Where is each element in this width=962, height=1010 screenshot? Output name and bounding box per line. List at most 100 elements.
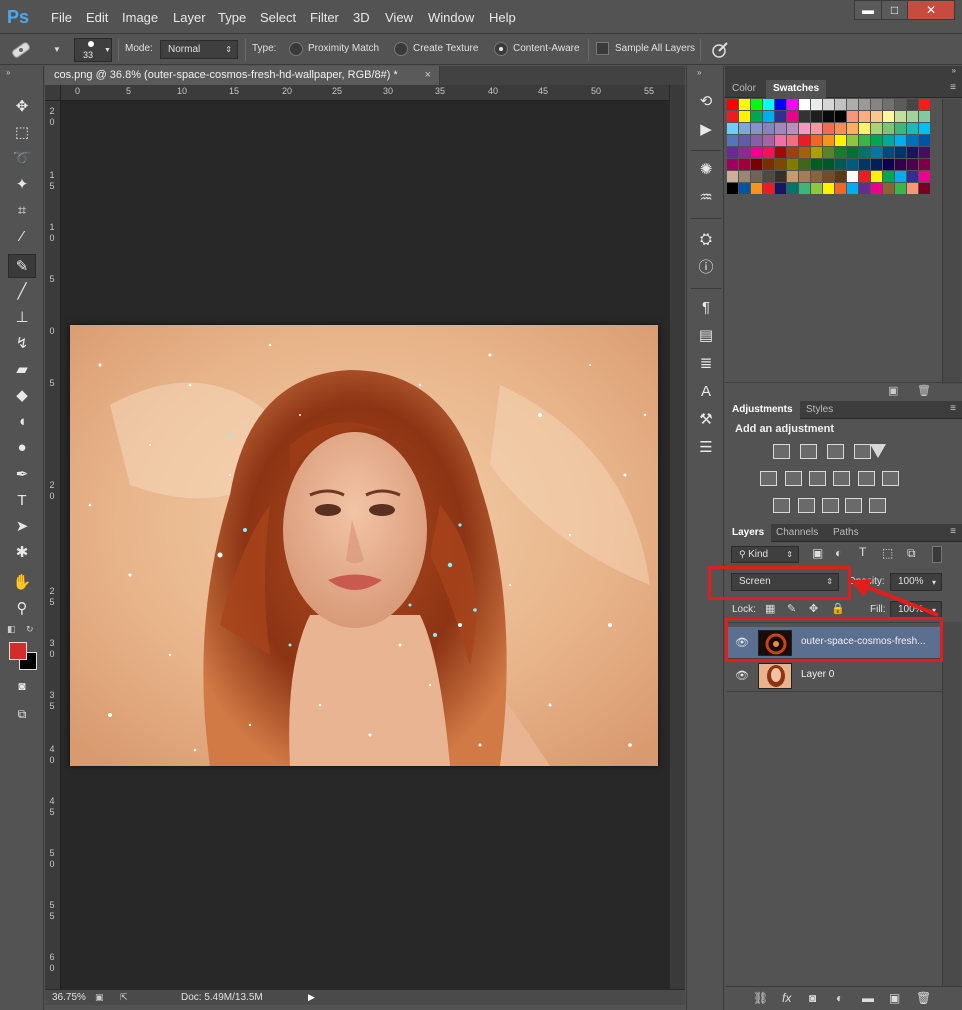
color-swatch[interactable] (871, 147, 882, 158)
gradient-map-icon[interactable] (870, 444, 886, 458)
color-swatch[interactable] (775, 111, 786, 122)
swap-colors-icon[interactable]: ↻ (26, 624, 34, 635)
color-swatch[interactable] (919, 135, 930, 146)
lock-position-icon[interactable]: ✥ (809, 602, 818, 615)
brightness-contrast-icon[interactable] (773, 444, 790, 459)
color-swatch[interactable] (811, 159, 822, 170)
color-swatch[interactable] (763, 159, 774, 170)
shape-tool-icon[interactable]: ✱ (8, 541, 36, 565)
move-tool-icon[interactable]: ✥ (8, 95, 36, 119)
color-swatch[interactable] (919, 159, 930, 170)
color-swatch[interactable] (739, 135, 750, 146)
smart-object-filter-icon[interactable]: ⧉ (907, 546, 916, 561)
sample-all-layers-label[interactable]: Sample All Layers (615, 43, 695, 54)
color-swatch[interactable] (775, 123, 786, 134)
color-swatch[interactable] (799, 123, 810, 134)
color-swatch[interactable] (751, 159, 762, 170)
swatches-scrollbar[interactable] (942, 99, 961, 384)
color-swatch[interactable] (823, 183, 834, 194)
color-swatch[interactable] (823, 159, 834, 170)
color-swatch[interactable] (859, 183, 870, 194)
add-mask-icon[interactable]: ◙ (809, 991, 816, 1005)
color-swatch[interactable] (919, 99, 930, 110)
color-swatch[interactable] (895, 183, 906, 194)
color-swatch[interactable] (871, 123, 882, 134)
hand-tool-icon[interactable]: ✋ (8, 571, 36, 595)
vibrance-icon[interactable] (760, 471, 777, 486)
color-swatch[interactable] (823, 135, 834, 146)
color-swatch[interactable] (907, 147, 918, 158)
color-swatch[interactable] (895, 135, 906, 146)
selective-color-icon[interactable] (845, 498, 862, 513)
menu-edit[interactable]: Edit (86, 10, 108, 25)
menu-window[interactable]: Window (428, 10, 474, 25)
paragraph-panel-icon[interactable]: ¶ (696, 298, 716, 318)
horizontal-ruler[interactable]: 0 5 10 15 20 25 30 35 40 45 50 55 (61, 85, 669, 101)
brush-tool-icon[interactable]: ╱ (8, 280, 36, 304)
document-tab[interactable]: cos.png @ 36.8% (outer-space-cosmos-fres… (45, 66, 440, 85)
color-swatch[interactable] (751, 123, 762, 134)
document-image[interactable] (70, 325, 658, 766)
color-swatch[interactable] (883, 171, 894, 182)
character-styles-icon[interactable]: ▤ (696, 326, 716, 346)
color-swatch[interactable] (919, 183, 930, 194)
filter-toggle[interactable] (932, 546, 942, 563)
marquee-tool-icon[interactable]: ⬚ (8, 121, 36, 145)
channel-mixer-icon[interactable] (882, 471, 899, 486)
color-swatch[interactable] (763, 147, 774, 158)
color-swatch[interactable] (835, 135, 846, 146)
clone-source-icon[interactable]: ⛭ (696, 230, 716, 250)
lock-pixels-icon[interactable]: ✎ (787, 602, 796, 615)
link-layers-icon[interactable]: ⛓ (753, 991, 768, 1005)
minimize-button[interactable]: ▬ (854, 0, 882, 20)
color-swatch[interactable] (751, 171, 762, 182)
color-swatch[interactable] (907, 111, 918, 122)
color-swatch[interactable] (847, 123, 858, 134)
color-swatch[interactable] (799, 183, 810, 194)
color-swatch[interactable] (871, 99, 882, 110)
spot-healing-tool-icon[interactable]: ✎ (8, 254, 36, 278)
color-swatch[interactable] (775, 171, 786, 182)
threshold-icon[interactable] (822, 498, 839, 513)
color-swatch[interactable] (859, 147, 870, 158)
color-swatch[interactable] (907, 171, 918, 182)
color-swatch[interactable] (883, 159, 894, 170)
pen-tool-icon[interactable]: ✒ (8, 463, 36, 487)
adjustment-filter-icon[interactable]: ◐ (835, 546, 842, 560)
paragraph-styles-icon[interactable]: ≣ (696, 354, 716, 374)
type-filter-icon[interactable]: T (859, 545, 866, 559)
color-swatch[interactable] (727, 123, 738, 134)
color-swatch[interactable] (727, 147, 738, 158)
share-icon[interactable]: ⇱ (120, 992, 128, 1003)
color-swatch[interactable] (871, 171, 882, 182)
color-swatch[interactable] (775, 135, 786, 146)
color-swatch[interactable] (847, 111, 858, 122)
tab-layers[interactable]: Layers (725, 524, 772, 542)
create-texture-radio[interactable] (394, 42, 408, 56)
menu-help[interactable]: Help (489, 10, 516, 25)
color-swatch[interactable] (895, 159, 906, 170)
panel-menu-icon[interactable]: ≡ (950, 526, 956, 537)
menu-file[interactable]: File (51, 10, 72, 25)
color-swatch[interactable] (739, 159, 750, 170)
quick-mask-icon[interactable]: ◙ (8, 674, 36, 698)
color-swatch[interactable] (739, 99, 750, 110)
layer-filter-select[interactable]: ⚲ Kind ⇕ (731, 546, 799, 563)
new-adjustment-icon[interactable]: ◐ (836, 991, 843, 1005)
lock-transparency-icon[interactable]: ▦ (765, 602, 775, 615)
color-swatch[interactable] (847, 135, 858, 146)
color-swatch[interactable] (751, 135, 762, 146)
menu-select[interactable]: Select (260, 10, 296, 25)
color-swatch[interactable] (895, 123, 906, 134)
content-aware-radio[interactable] (494, 42, 508, 56)
color-swatch[interactable] (883, 111, 894, 122)
color-swatch[interactable] (835, 183, 846, 194)
color-swatch[interactable] (835, 171, 846, 182)
color-swatch[interactable] (799, 99, 810, 110)
color-swatch[interactable] (775, 147, 786, 158)
layers-scrollbar[interactable] (942, 622, 961, 986)
eyedropper-tool-icon[interactable]: ⁄ (8, 225, 36, 249)
sample-all-layers-checkbox[interactable] (596, 42, 609, 55)
history-brush-tool-icon[interactable]: ↯ (8, 332, 36, 356)
levels-icon[interactable] (800, 444, 817, 459)
